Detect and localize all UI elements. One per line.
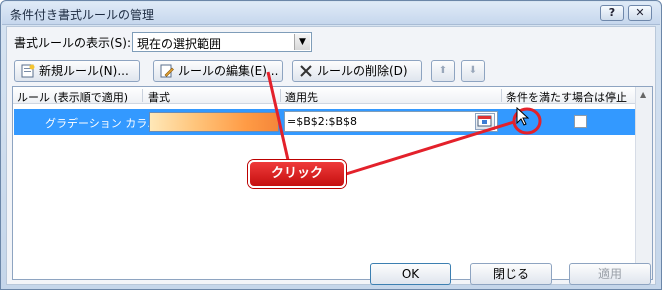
column-divider — [501, 89, 502, 102]
title-bar: 条件付き書式ルールの管理 ? ✕ — [2, 2, 660, 25]
applies-to-value: =$B$2:$B$8 — [287, 115, 358, 128]
move-up-button[interactable]: ⬆ — [431, 60, 455, 82]
vertical-scrollbar[interactable]: ▲ ▼ — [635, 87, 652, 279]
rule-toolbar: 新規ルール(N)... ルールの編集(E)... ルールの削除(D) ⬆ ⬇ — [12, 58, 650, 84]
help-button[interactable]: ? — [600, 5, 624, 21]
scroll-up-icon[interactable]: ▲ — [640, 90, 646, 99]
range-select-button[interactable] — [475, 113, 495, 130]
delete-rule-label: ルールの削除(D) — [317, 64, 408, 78]
edit-rule-button[interactable]: ルールの編集(E)... — [153, 60, 283, 82]
column-divider — [280, 89, 281, 102]
format-preview-swatch — [149, 112, 279, 132]
edit-rule-label: ルールの編集(E)... — [178, 64, 279, 78]
applies-to-field[interactable]: =$B$2:$B$8 — [284, 111, 498, 132]
new-rule-button[interactable]: 新規ルール(N)... — [14, 60, 140, 82]
new-rule-icon — [21, 64, 35, 78]
close-button[interactable]: 閉じる — [470, 263, 552, 285]
edit-rule-icon — [160, 64, 174, 78]
show-rules-dropdown[interactable]: 現在の選択範囲 ▼ — [132, 32, 312, 52]
delete-x-icon — [300, 65, 312, 77]
grid-header: ルール (表示順で適用) 書式 適用先 条件を満たす場合は停止 — [13, 87, 636, 104]
move-down-button[interactable]: ⬇ — [461, 60, 485, 82]
stop-if-true-checkbox[interactable] — [574, 115, 587, 128]
range-picker-icon — [477, 115, 492, 127]
column-header-rule[interactable]: ルール (表示順で適用) — [17, 89, 128, 105]
ok-button[interactable]: OK — [370, 263, 451, 285]
apply-button[interactable]: 適用 — [569, 263, 651, 285]
mouse-cursor-icon — [516, 107, 530, 126]
table-row[interactable]: グラデーション カラ... =$B$2:$B$8 — [14, 109, 636, 135]
column-header-stop-if-true[interactable]: 条件を満たす場合は停止 — [506, 89, 627, 105]
chevron-down-icon[interactable]: ▼ — [294, 34, 310, 50]
dialog-body: 書式ルールの表示(S): 現在の選択範囲 ▼ 新規ルール(N)... ルールの編… — [6, 26, 656, 285]
rule-name: グラデーション カラ... — [45, 117, 158, 130]
window-title: 条件付き書式ルールの管理 — [10, 8, 155, 22]
column-divider — [142, 89, 143, 102]
click-callout: クリック — [248, 160, 346, 188]
show-rules-label: 書式ルールの表示(S): — [14, 36, 132, 50]
show-rules-value: 現在の選択範囲 — [137, 37, 222, 51]
close-window-button[interactable]: ✕ — [628, 5, 652, 21]
column-header-applies-to[interactable]: 適用先 — [285, 89, 318, 105]
delete-rule-button[interactable]: ルールの削除(D) — [292, 60, 422, 82]
new-rule-label: 新規ルール(N)... — [39, 64, 129, 78]
dialog-window: 条件付き書式ルールの管理 ? ✕ 書式ルールの表示(S): 現在の選択範囲 ▼ … — [0, 0, 662, 290]
column-header-format[interactable]: 書式 — [148, 89, 170, 105]
